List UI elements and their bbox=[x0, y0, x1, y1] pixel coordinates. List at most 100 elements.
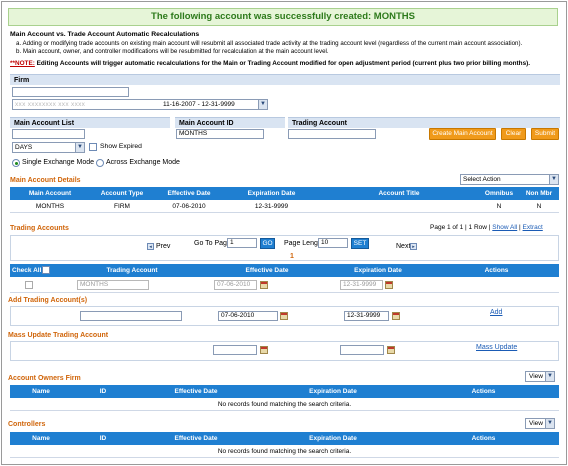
calendar-icon[interactable] bbox=[280, 312, 288, 320]
col-id: ID bbox=[99, 435, 107, 442]
chevron-down-icon: ▼ bbox=[549, 175, 558, 184]
note-label: **NOTE: bbox=[10, 60, 35, 67]
owners-view-value: View bbox=[529, 373, 543, 380]
controllers-header: Name ID Effective Date Expiration Date A… bbox=[10, 432, 559, 445]
days-select[interactable]: DAYS ▼ bbox=[12, 142, 85, 153]
single-exchange-label: Single Exchange Mode bbox=[22, 159, 94, 166]
main-account-id-input[interactable]: MONTHS bbox=[176, 129, 264, 139]
row-checkbox[interactable] bbox=[25, 281, 33, 289]
add-expiration-date[interactable]: 12-31-9999 bbox=[344, 311, 389, 321]
col-omnibus: Omnibus bbox=[484, 190, 514, 197]
mass-update-title: Mass Update Trading Account bbox=[8, 332, 109, 339]
prev-arrow-icon[interactable]: ◂ bbox=[147, 243, 154, 250]
col-check-all: Check All bbox=[12, 267, 42, 274]
chevron-down-icon: ▼ bbox=[545, 372, 554, 381]
controllers-view-select[interactable]: View ▼ bbox=[525, 418, 555, 429]
calendar-icon[interactable] bbox=[385, 281, 393, 289]
pagination-sep: | bbox=[519, 224, 521, 231]
add-trading-accounts-title: Add Trading Account(s) bbox=[8, 297, 88, 304]
owners-empty-message: No records found matching the search cri… bbox=[10, 398, 559, 411]
firm-label: Firm bbox=[10, 74, 560, 85]
col-actions: Actions bbox=[471, 435, 496, 442]
show-all-link[interactable]: Show All bbox=[492, 224, 517, 231]
goto-page-input[interactable]: 1 bbox=[227, 238, 257, 248]
show-expired-checkbox[interactable] bbox=[89, 143, 97, 151]
recalc-line-a: a. Adding or modifying trade accounts on… bbox=[16, 40, 523, 47]
col-expiration-date: Expiration Date bbox=[309, 388, 357, 395]
next-link[interactable]: Next bbox=[396, 243, 410, 250]
col-expiration-date: Expiration Date bbox=[247, 190, 296, 197]
cell-main-account: MONTHS bbox=[35, 203, 65, 210]
prev-link[interactable]: Prev bbox=[156, 243, 170, 250]
check-all-checkbox[interactable] bbox=[42, 266, 50, 274]
col-account-type: Account Type bbox=[100, 190, 144, 197]
trading-account-label: Trading Account bbox=[288, 117, 560, 128]
pagination-box bbox=[10, 235, 559, 261]
controllers-title: Controllers bbox=[8, 421, 46, 428]
row-trading-account: MONTHS bbox=[77, 280, 149, 290]
calendar-icon[interactable] bbox=[260, 346, 268, 354]
col-actions: Actions bbox=[484, 267, 509, 274]
cell-effective-date: 07-06-2010 bbox=[172, 203, 206, 210]
show-expired-label: Show Expired bbox=[100, 143, 142, 150]
col-expiration-date: Expiration Date bbox=[354, 267, 402, 274]
main-account-details-title: Main Account Details bbox=[10, 177, 81, 184]
main-account-id-label: Main Account ID bbox=[175, 117, 285, 128]
go-button[interactable]: GO bbox=[260, 238, 275, 249]
main-account-list-label: Main Account List bbox=[10, 117, 170, 128]
goto-page-label: Go To Page bbox=[194, 240, 231, 247]
note-text: Editing Accounts will trigger automatic … bbox=[34, 60, 531, 67]
col-actions: Actions bbox=[471, 388, 496, 395]
firm-select[interactable]: xxx xxxxxxxx xxx xxxx 11-16-2007 - 12-31… bbox=[12, 99, 268, 110]
row-expiration-date: 12-31-9999 bbox=[340, 280, 383, 290]
extract-link[interactable]: Extract bbox=[523, 224, 543, 231]
mass-update-link[interactable]: Mass Update bbox=[476, 344, 517, 351]
col-effective-date: Effective Date bbox=[174, 435, 218, 442]
add-link[interactable]: Add bbox=[490, 309, 502, 316]
main-account-list-input[interactable] bbox=[12, 129, 85, 139]
calendar-icon[interactable] bbox=[387, 346, 395, 354]
select-action-value: Select Action bbox=[463, 176, 501, 183]
col-effective-date: Effective Date bbox=[174, 388, 218, 395]
col-trading-account: Trading Account bbox=[106, 267, 158, 274]
page-info-text: Page 1 of 1 | 1 Row | bbox=[430, 224, 491, 231]
success-banner: The following account was successfully c… bbox=[8, 8, 558, 26]
main-details-header: Main Account Account Type Effective Date… bbox=[10, 187, 559, 200]
single-exchange-radio[interactable] bbox=[12, 159, 20, 167]
owners-view-select[interactable]: View ▼ bbox=[525, 371, 555, 382]
col-name: Name bbox=[32, 435, 50, 442]
col-non-mbr: Non Mbr bbox=[525, 190, 553, 197]
table-row: MONTHS FIRM 07-06-2010 12-31-9999 N N bbox=[10, 200, 559, 213]
controllers-view-value: View bbox=[529, 420, 543, 427]
recalc-line-b: b. Main account, owner, and controller m… bbox=[16, 48, 329, 55]
trading-header: Check All Trading Account Effective Date… bbox=[10, 264, 559, 277]
submit-button[interactable]: Submit bbox=[531, 128, 559, 140]
mass-expiration-date[interactable] bbox=[340, 345, 384, 355]
next-arrow-icon[interactable]: ▸ bbox=[410, 243, 417, 250]
calendar-icon[interactable] bbox=[392, 312, 400, 320]
calendar-icon[interactable] bbox=[260, 281, 268, 289]
cell-non-mbr: N bbox=[536, 203, 542, 210]
col-effective-date: Effective Date bbox=[167, 190, 211, 197]
select-action-dropdown[interactable]: Select Action ▼ bbox=[460, 174, 559, 185]
days-select-value: DAYS bbox=[15, 144, 33, 151]
recalc-heading: Main Account vs. Trade Account Automatic… bbox=[10, 31, 200, 38]
col-effective-date: Effective Date bbox=[245, 267, 289, 274]
firm-input[interactable] bbox=[12, 87, 129, 97]
trading-account-input[interactable] bbox=[288, 129, 376, 139]
clear-button[interactable]: Clear bbox=[501, 128, 526, 140]
pagination-info: Page 1 of 1 | 1 Row | Show All | Extract bbox=[430, 224, 543, 231]
add-trading-account-input[interactable] bbox=[80, 311, 182, 321]
cell-expiration-date: 12-31-9999 bbox=[254, 203, 289, 210]
recalc-note: **NOTE: Editing Accounts will trigger au… bbox=[10, 60, 530, 67]
page-length-input[interactable]: 10 bbox=[318, 238, 348, 248]
set-button[interactable]: SET bbox=[351, 238, 369, 249]
mass-effective-date[interactable] bbox=[213, 345, 257, 355]
controllers-empty-message: No records found matching the search cri… bbox=[10, 445, 559, 458]
current-page-number: 1 bbox=[290, 253, 294, 260]
firm-select-value: 11-16-2007 - 12-31-9999 bbox=[163, 101, 235, 108]
create-main-account-button[interactable]: Create Main Account bbox=[429, 128, 496, 140]
chevron-down-icon: ▼ bbox=[75, 143, 84, 152]
across-exchange-radio[interactable] bbox=[96, 159, 104, 167]
add-effective-date[interactable]: 07-06-2010 bbox=[218, 311, 278, 321]
